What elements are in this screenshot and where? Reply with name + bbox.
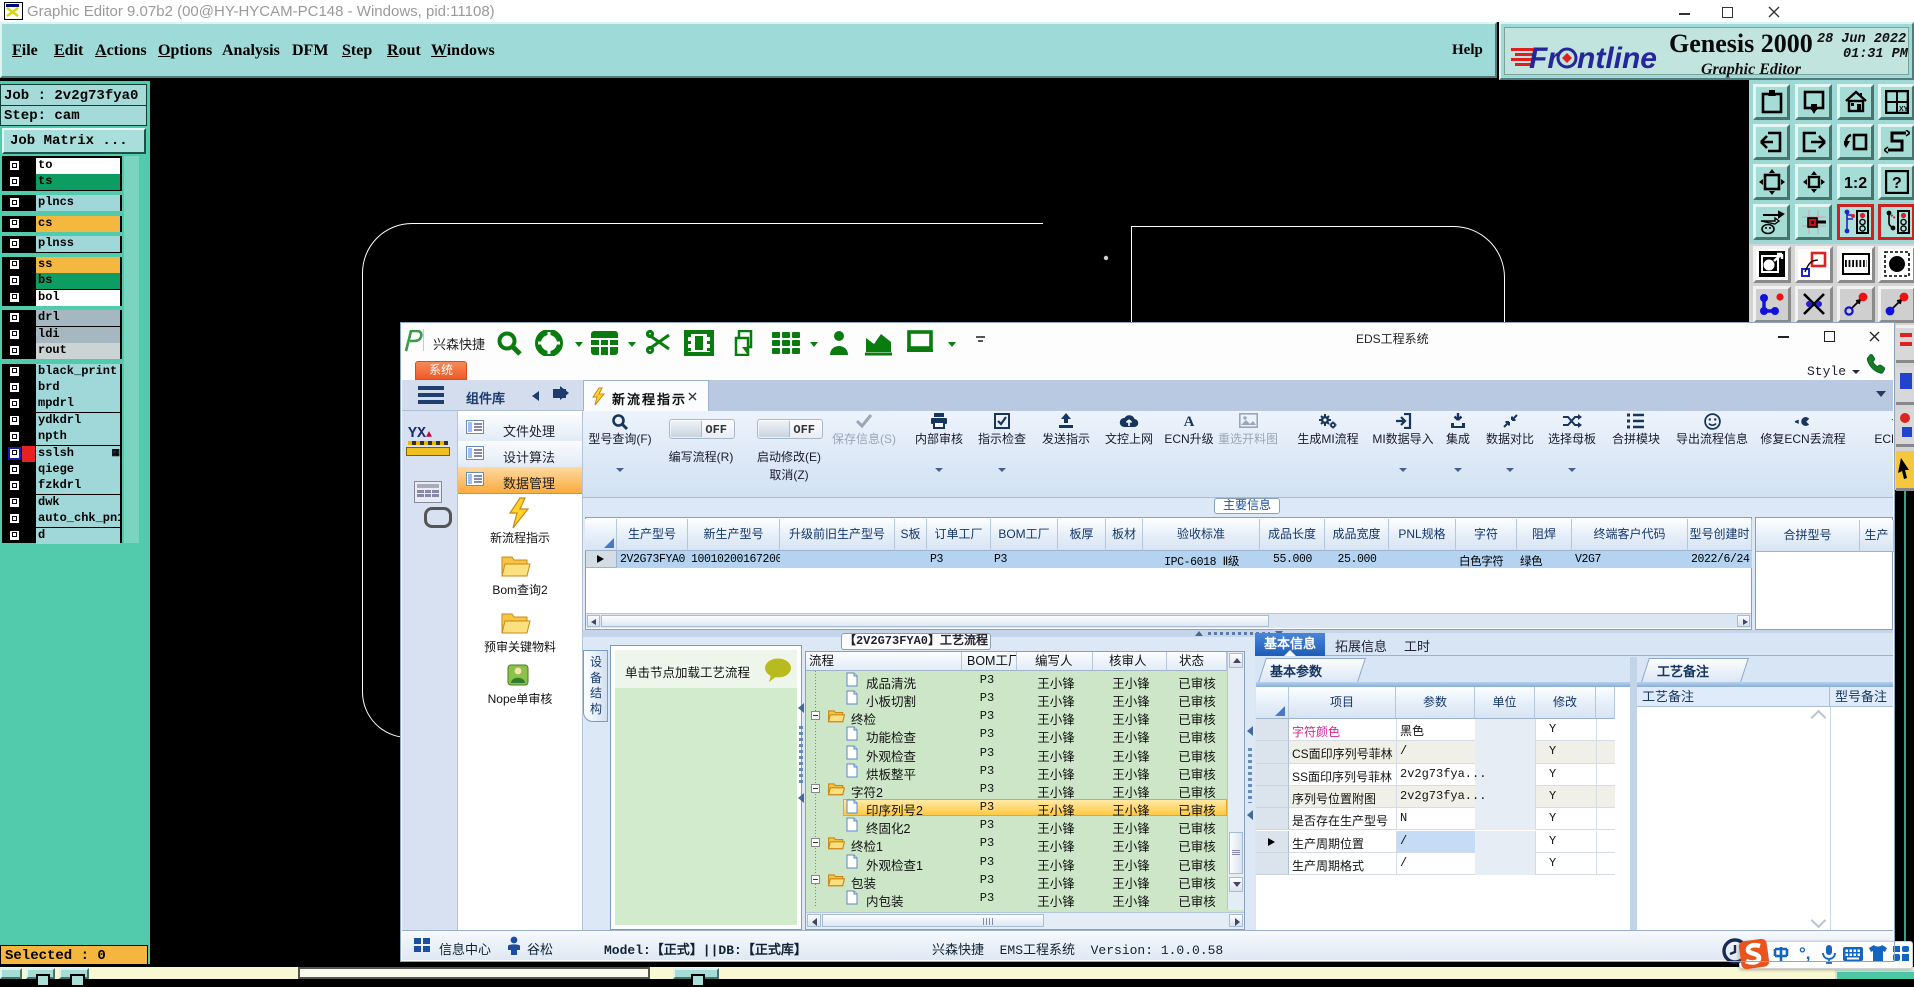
svg-text:?: ? [1892, 175, 1902, 192]
svg-text:XY: XY [1899, 106, 1909, 113]
svg-text:ntline: ntline [1577, 42, 1657, 74]
svg-text:Fr: Fr [1529, 42, 1561, 74]
svg-text:1:2: 1:2 [1844, 175, 1867, 191]
